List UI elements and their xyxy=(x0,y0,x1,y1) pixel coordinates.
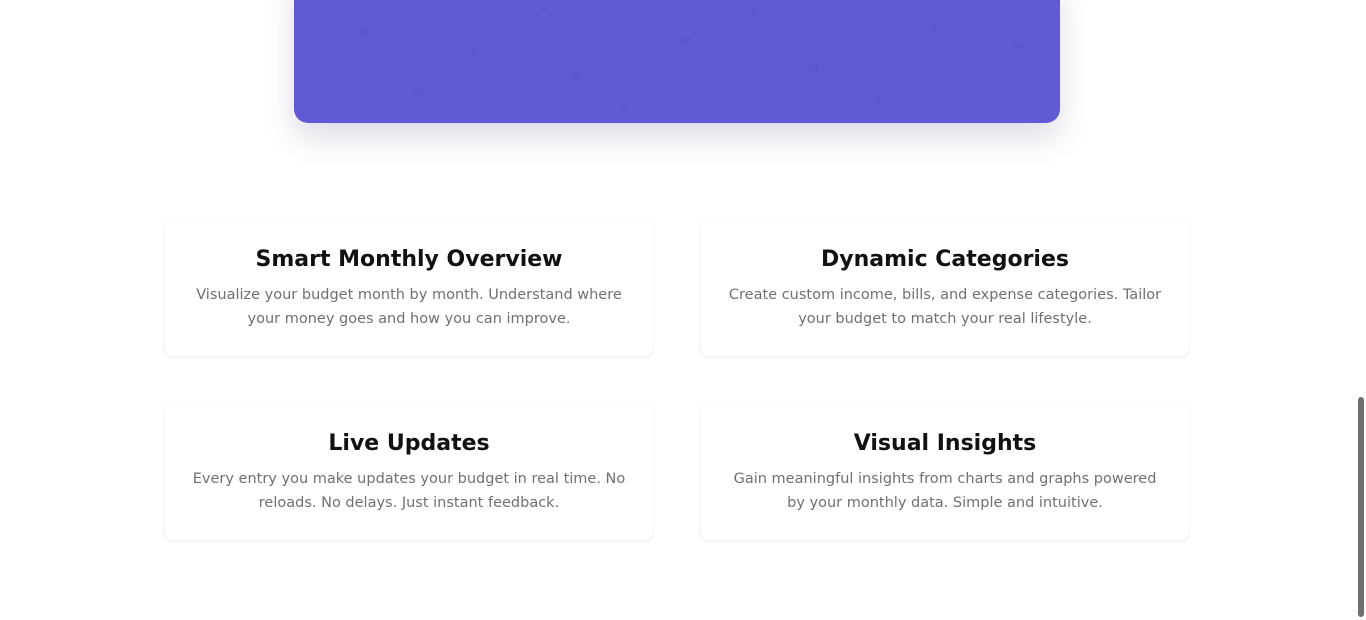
hero-banner xyxy=(294,0,1060,123)
feature-description: Create custom income, bills, and expense… xyxy=(728,287,1162,327)
feature-description: Every entry you make updates your budget… xyxy=(192,471,626,511)
feature-title: Smart Monthly Overview xyxy=(255,247,563,272)
page: Smart Monthly Overview Visualize your bu… xyxy=(0,0,1366,620)
hero-texture xyxy=(359,7,1025,109)
feature-card-live-updates: Live Updates Every entry you make update… xyxy=(165,404,653,540)
feature-description: Visualize your budget month by month. Un… xyxy=(196,287,622,327)
feature-card-dynamic-categories: Dynamic Categories Create custom income,… xyxy=(701,220,1189,356)
feature-title: Visual Insights xyxy=(853,431,1037,456)
feature-description: Gain meaningful insights from charts and… xyxy=(733,471,1157,511)
feature-title: Live Updates xyxy=(328,431,490,456)
page-scrollbar[interactable] xyxy=(1356,0,1366,620)
feature-title: Dynamic Categories xyxy=(821,247,1069,272)
scrollbar-thumb[interactable] xyxy=(1358,397,1364,617)
feature-card-smart-monthly-overview: Smart Monthly Overview Visualize your bu… xyxy=(165,220,653,356)
feature-card-visual-insights: Visual Insights Gain meaningful insights… xyxy=(701,404,1189,540)
